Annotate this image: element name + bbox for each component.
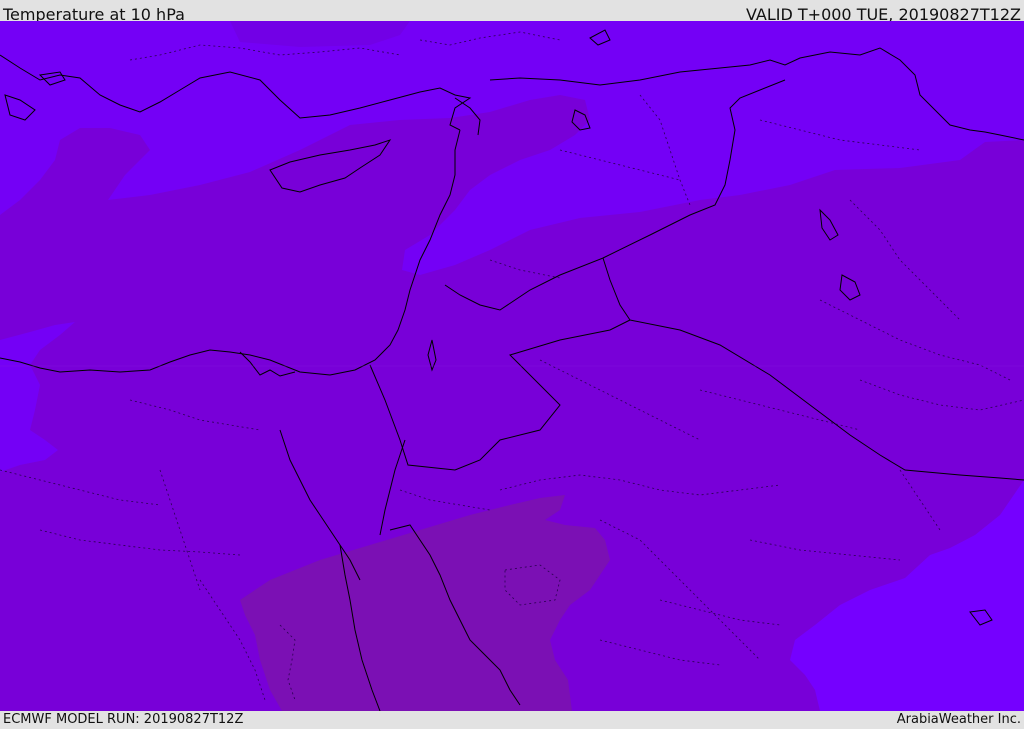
map-canvas: [0, 21, 1024, 711]
temperature-map: [0, 21, 1024, 711]
weather-map-page: Temperature at 10 hPa VALID T+000 TUE, 2…: [0, 0, 1024, 729]
model-run-label: ECMWF MODEL RUN: 20190827T12Z: [3, 712, 244, 727]
credit-label: ArabiaWeather Inc.: [896, 712, 1021, 727]
header-bar: Temperature at 10 hPa VALID T+000 TUE, 2…: [0, 0, 1024, 24]
footer-bar: ECMWF MODEL RUN: 20190827T12Z ArabiaWeat…: [0, 711, 1024, 729]
